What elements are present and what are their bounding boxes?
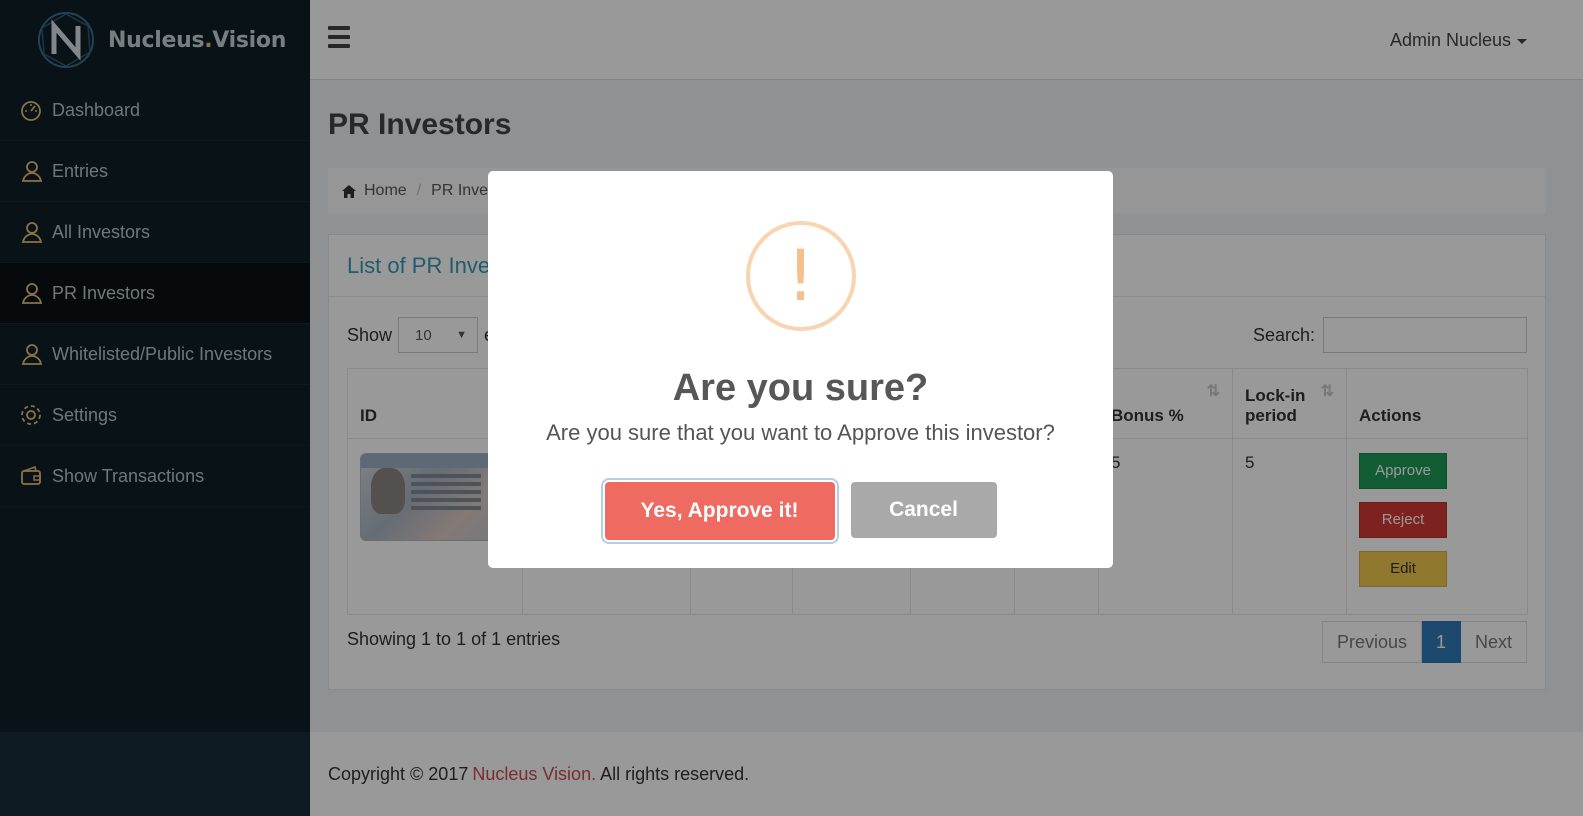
confirm-approve-button[interactable]: Yes, Approve it!: [604, 482, 835, 540]
dialog-actions: Yes, Approve it! Cancel: [488, 482, 1113, 540]
cancel-button[interactable]: Cancel: [850, 482, 997, 538]
dialog-title: Are you sure?: [672, 367, 929, 409]
confirm-dialog: ! Are you sure? Are you sure that you wa…: [488, 171, 1113, 568]
dialog-message: Are you sure that you want to Approve th…: [546, 420, 1055, 445]
warning-icon: !: [745, 221, 856, 331]
